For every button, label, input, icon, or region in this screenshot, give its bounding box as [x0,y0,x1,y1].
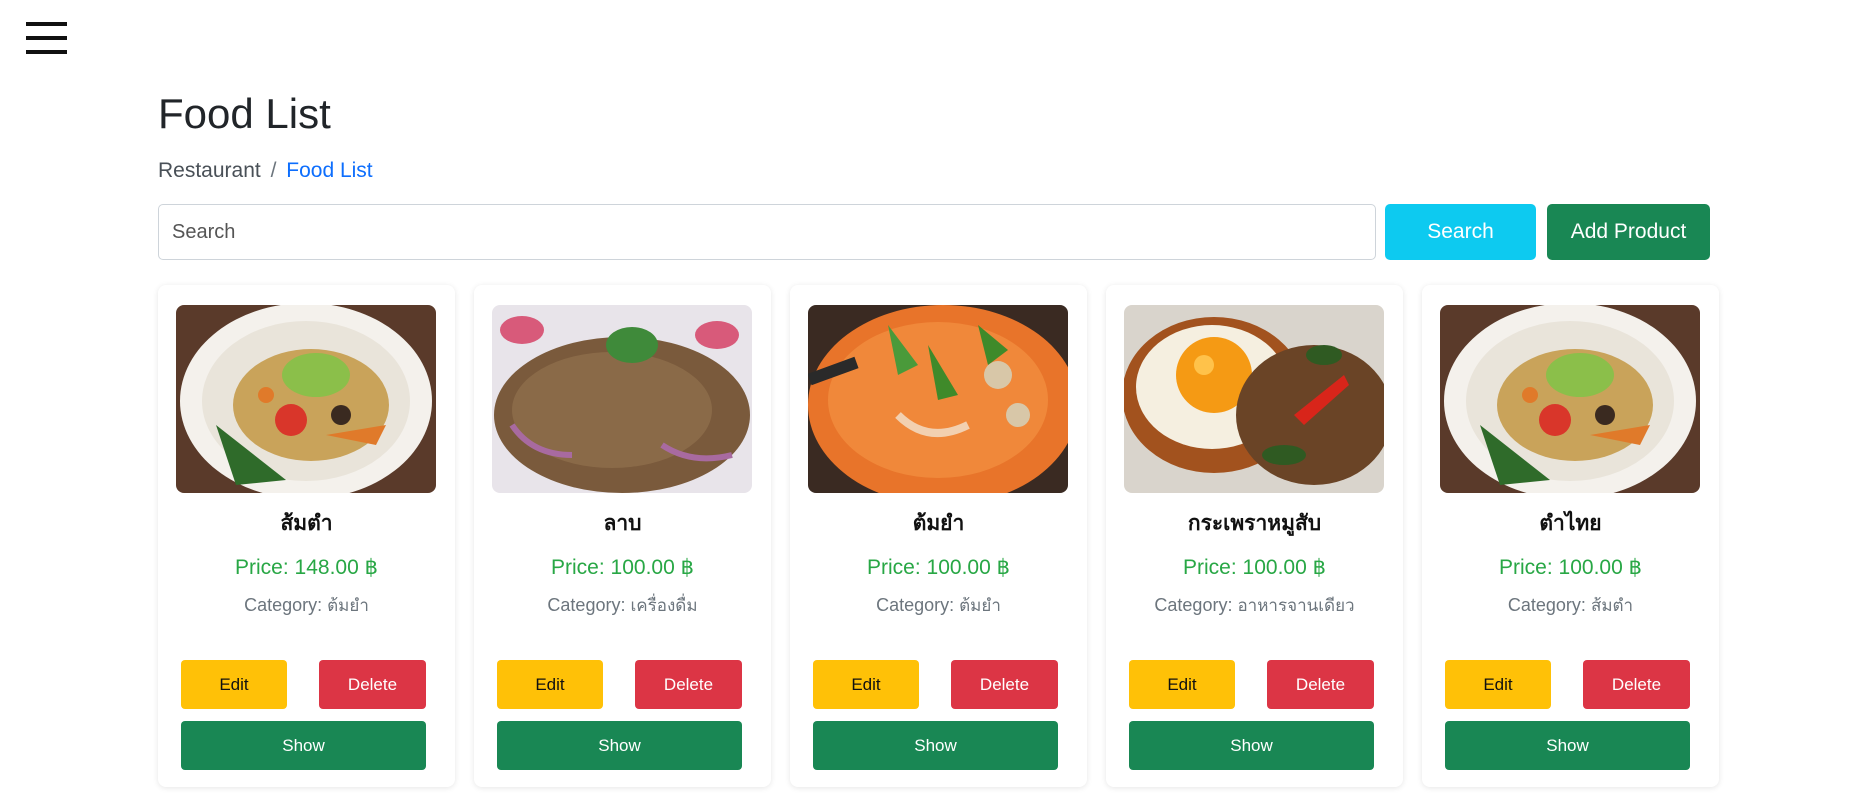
edit-button[interactable]: Edit [1129,660,1235,709]
food-category: Category: ส้มตำ [1422,592,1719,619]
category-value: ต้มยำ [959,596,1001,616]
edit-button[interactable]: Edit [813,660,919,709]
food-image [492,305,752,493]
search-button[interactable]: Search [1385,204,1536,260]
category-value: ต้มยำ [327,596,369,616]
breadcrumb: Restaurant / Food List [158,159,373,183]
food-card: ส้มตำ Price: 148.00 ฿ Category: ต้มยำ Ed… [158,285,455,787]
food-card: ลาบ Price: 100.00 ฿ Category: เครื่องดื่… [474,285,771,787]
delete-button[interactable]: Delete [1267,660,1374,709]
delete-button[interactable]: Delete [635,660,742,709]
food-card: ตำไทย Price: 100.00 ฿ Category: ส้มตำ Ed… [1422,285,1719,787]
food-price: Price: 100.00 ฿ [1183,556,1326,579]
show-button[interactable]: Show [813,721,1058,770]
food-name: ส้มตำ [280,511,333,535]
delete-button[interactable]: Delete [1583,660,1690,709]
category-value: อาหารจานเดียว [1237,596,1355,616]
breadcrumb-root[interactable]: Restaurant [158,159,261,182]
food-name: กระเพราหมูสับ [1187,511,1322,535]
show-button[interactable]: Show [497,721,742,770]
food-image [176,305,436,493]
hamburger-menu-icon[interactable] [26,22,67,55]
add-product-button[interactable]: Add Product [1547,204,1710,260]
edit-button[interactable]: Edit [181,660,287,709]
food-image [1440,305,1700,493]
food-category: Category: ต้มยำ [790,592,1087,619]
food-card-grid: ส้มตำ Price: 148.00 ฿ Category: ต้มยำ Ed… [158,285,1719,790]
food-image [1124,305,1384,493]
food-card: ต้มยำ Price: 100.00 ฿ Category: ต้มยำ Ed… [790,285,1087,787]
food-category: Category: เครื่องดื่ม [474,592,771,619]
delete-button[interactable]: Delete [319,660,426,709]
breadcrumb-current[interactable]: Food List [286,159,372,182]
category-label: Category: [1154,595,1233,615]
edit-button[interactable]: Edit [1445,660,1551,709]
category-value: ส้มตำ [1590,596,1634,616]
category-label: Category: [1507,595,1586,615]
food-image [808,305,1068,493]
search-input[interactable] [158,204,1376,260]
food-name: ตำไทย [1539,511,1602,535]
food-price: Price: 100.00 ฿ [867,556,1010,579]
food-price: Price: 100.00 ฿ [1499,556,1642,579]
food-category: Category: ต้มยำ [158,592,455,619]
category-value: เครื่องดื่ม [630,596,698,616]
food-price: Price: 148.00 ฿ [235,556,378,579]
show-button[interactable]: Show [1445,721,1690,770]
delete-button[interactable]: Delete [951,660,1058,709]
page-title: Food List [158,90,331,137]
food-card: กระเพราหมูสับ Price: 100.00 ฿ Category: … [1106,285,1403,787]
category-label: Category: [547,595,626,615]
show-button[interactable]: Show [1129,721,1374,770]
show-button[interactable]: Show [181,721,426,770]
food-name: ต้มยำ [912,511,965,535]
food-name: ลาบ [603,511,642,535]
food-price: Price: 100.00 ฿ [551,556,694,579]
category-label: Category: [876,595,955,615]
food-category: Category: อาหารจานเดียว [1106,592,1403,619]
category-label: Category: [244,595,323,615]
breadcrumb-separator: / [270,159,277,182]
edit-button[interactable]: Edit [497,660,603,709]
